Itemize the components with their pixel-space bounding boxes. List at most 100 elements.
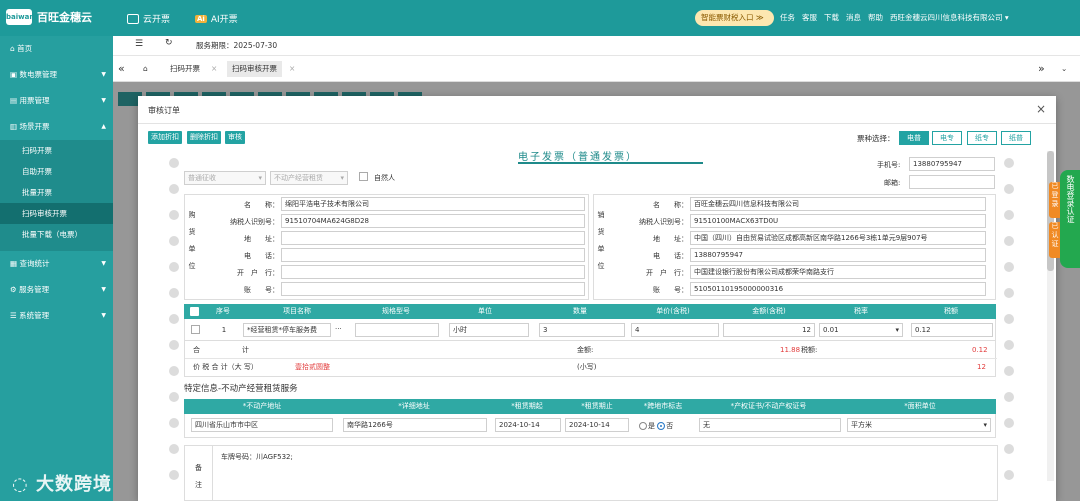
total-tax-label: 税额:: [801, 346, 818, 354]
seller-address-field[interactable]: 中国（四川）自由贸易试验区成都高新区南华路1266号3栋1单元9层907号: [690, 231, 986, 245]
buyer-section: 购货单位 名 称： 绵阳平浩电子技术有限公司 纳税人识别号： 91510704M…: [184, 194, 589, 300]
download-link[interactable]: 下载: [824, 12, 839, 23]
more-icon[interactable]: ···: [335, 322, 342, 336]
sidebar-item-invoice-manage[interactable]: ▣ 数电票管理 ▼: [0, 62, 113, 88]
tax-field[interactable]: 0.12: [911, 323, 993, 337]
brand-badge: baiwang: [6, 9, 39, 25]
sidebar-item-scene[interactable]: ▥ 场景开票 ▲: [0, 114, 113, 140]
ticket-type-e-special[interactable]: 电专: [932, 131, 962, 145]
digital-login-auth-button[interactable]: 数电登录认证: [1060, 170, 1080, 268]
remark-label: 备注: [185, 446, 213, 501]
add-discount-button[interactable]: 添加折扣: [148, 131, 182, 144]
review-button[interactable]: 审核: [225, 131, 245, 144]
ticket-type-paper-special[interactable]: 纸专: [967, 131, 997, 145]
ticket-type-paper-normal[interactable]: 纸普: [1001, 131, 1031, 145]
chevron-down-icon: ▾: [340, 174, 344, 182]
special-business-select[interactable]: 不动产经营租赁 ▾: [270, 171, 348, 185]
levy-type-select[interactable]: 普通征收 ▾: [184, 171, 266, 185]
property-cert-field[interactable]: 无: [699, 418, 841, 432]
app-logo[interactable]: baiwang 百旺金穗云: [6, 9, 92, 25]
sidebar-item-usage[interactable]: ▤ 用票管理 ▼: [0, 88, 113, 114]
chevron-down-icon: ▼: [101, 97, 106, 104]
ticket-type-label: 票种选择：: [857, 134, 895, 143]
lease-start-field[interactable]: 2024-10-14: [495, 418, 561, 432]
email-field[interactable]: [909, 175, 995, 189]
row-checkbox[interactable]: [191, 325, 200, 334]
close-icon[interactable]: ×: [289, 61, 295, 77]
nav-ai-invoice[interactable]: Ai AI开票: [195, 12, 238, 25]
item-name-field[interactable]: *经营租赁*停车服务费: [243, 323, 331, 337]
tax-rate-select[interactable]: 0.01 ▾: [819, 323, 903, 337]
amount-field[interactable]: 12: [723, 323, 815, 337]
buyer-address-field[interactable]: [281, 231, 585, 245]
smart-entry-button[interactable]: 智能票财税入口 ≫: [695, 10, 774, 26]
remark-field[interactable]: 车牌号码：川AGF532;: [221, 450, 293, 464]
sidebar-sub-self[interactable]: 自助开票: [0, 161, 113, 182]
sidebar-item-home[interactable]: ⌂ 首页: [0, 36, 113, 62]
task-link[interactable]: 任务: [780, 12, 795, 23]
lease-end-field[interactable]: 2024-10-14: [565, 418, 629, 432]
delete-discount-button[interactable]: 删除折扣: [187, 131, 221, 144]
chevron-down-icon: ▾: [895, 326, 899, 334]
chevron-down-icon: ▾: [258, 174, 262, 182]
seller-taxid-field[interactable]: 91510100MACX63TD0U: [690, 214, 986, 228]
chevron-down-icon[interactable]: ⌄: [1061, 61, 1067, 77]
scroll-right-icon[interactable]: »: [1038, 61, 1045, 77]
grand-total-label: 价 税 合 计（大 写）: [193, 363, 258, 371]
buyer-name-field[interactable]: 绵阳平浩电子技术有限公司: [281, 197, 585, 211]
seller-account-field[interactable]: 51050110195000000316: [690, 282, 986, 296]
buyer-taxid-field[interactable]: 91510704MA624G8D28: [281, 214, 585, 228]
sidebar-sub-scan[interactable]: 扫码开票: [0, 140, 113, 161]
seller-bank-field[interactable]: 中国建设银行股份有限公司成都荣华南路支行: [690, 265, 986, 279]
sidebar-item-system[interactable]: ☰ 系统管理 ▼: [0, 303, 113, 329]
sidebar-item-service[interactable]: ⚙ 服务管理 ▼: [0, 277, 113, 303]
modal-title: 审核订单: [148, 106, 180, 115]
totals-block: 合 计 金额: 11.88 税额: 0.12 价 税 合 计（大 写） 壹拾贰圆…: [184, 341, 997, 377]
select-all-checkbox[interactable]: [190, 307, 199, 316]
total-label: 合 计: [193, 346, 249, 354]
natural-person-checkbox[interactable]: [359, 172, 368, 181]
grand-total-upper: 壹拾贰圆整: [295, 363, 330, 371]
buyer-phone-field[interactable]: [281, 248, 585, 262]
phone-field[interactable]: 13880795947: [909, 157, 995, 171]
seller-phone-field[interactable]: 13880795947: [690, 248, 986, 262]
ticket-type-e-normal[interactable]: 电普: [899, 131, 929, 145]
app-name: 百旺金穗云: [37, 11, 92, 24]
buyer-bank-field[interactable]: [281, 265, 585, 279]
tab-scan-review[interactable]: 扫码审核开票: [227, 61, 282, 77]
table-row: 1 *经营租赁*停车服务费 ··· 小时 3 4 12 0.01 ▾ 0.12: [184, 319, 996, 341]
sidebar-sub-batch[interactable]: 批量开票: [0, 182, 113, 203]
refresh-icon[interactable]: ↻: [165, 38, 173, 48]
special-info-title: 特定信息-不动产经营租赁服务: [184, 384, 298, 394]
close-icon[interactable]: ×: [211, 61, 217, 77]
nav-cloud-invoice[interactable]: 云开票: [127, 12, 170, 25]
help-link[interactable]: 帮助: [868, 12, 883, 23]
spec-field[interactable]: [355, 323, 439, 337]
estate-table-header: *不动产地址 *详细地址 *租赁期起 *租赁期止 *跨地市标志 *产权证书/不动…: [184, 399, 996, 414]
message-link[interactable]: 消息: [846, 12, 861, 23]
sidebar-sub-scan-review[interactable]: 扫码审核开票: [0, 203, 113, 224]
customer-service-link[interactable]: 客服: [802, 12, 817, 23]
unit-field[interactable]: 小时: [449, 323, 529, 337]
chevron-down-icon: ▼: [101, 71, 106, 78]
area-unit-select[interactable]: 平方米 ▾: [847, 418, 991, 432]
menu-toggle-icon[interactable]: ☰: [135, 39, 143, 49]
home-tab-icon[interactable]: ⌂: [143, 61, 148, 77]
seller-name-field[interactable]: 百旺金穗云四川信息科技有限公司: [690, 197, 986, 211]
seller-side-label: 销货单位: [597, 211, 605, 270]
unit-price-field[interactable]: 4: [631, 323, 719, 337]
close-icon[interactable]: ×: [1036, 102, 1046, 116]
quantity-field[interactable]: 3: [539, 323, 625, 337]
buyer-account-field[interactable]: [281, 282, 585, 296]
cross-city-yes-radio[interactable]: [639, 422, 647, 430]
chevron-up-icon: ▲: [101, 123, 106, 130]
company-dropdown[interactable]: 西旺金穗云四川信息科技有限公司 ▾: [890, 12, 1009, 23]
estate-detail-field[interactable]: 南华路1266号: [343, 418, 487, 432]
sidebar-sub-batch-download[interactable]: 批量下载（电票）: [0, 224, 113, 245]
chevron-down-icon: ▼: [101, 286, 106, 293]
scroll-left-icon[interactable]: «: [118, 61, 125, 77]
tab-scan[interactable]: 扫码开票: [170, 61, 200, 77]
sidebar-item-query[interactable]: ▦ 查询统计 ▼: [0, 251, 113, 277]
cross-city-no-radio[interactable]: [657, 422, 666, 430]
estate-address-field[interactable]: 四川省乐山市市中区: [191, 418, 333, 432]
